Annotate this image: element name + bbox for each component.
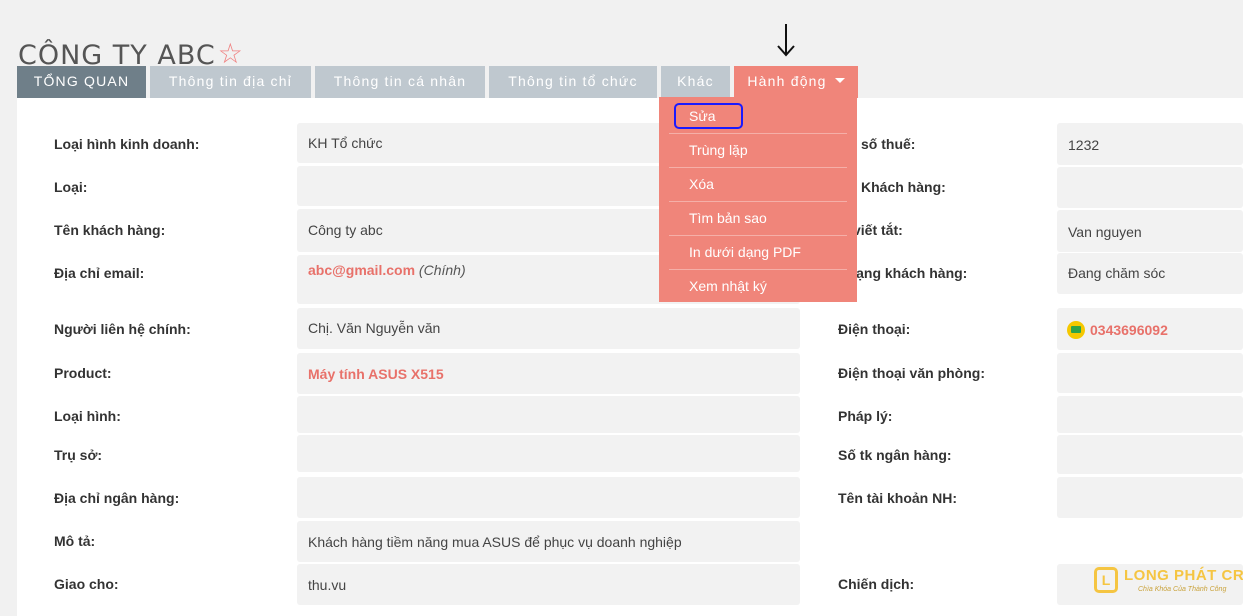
field-label-primary-contact: Người liên hệ chính: xyxy=(54,321,191,337)
action-dropdown-menu: Sửa Trùng lặp Xóa Tìm bản sao In dưới dạ… xyxy=(659,97,857,302)
menu-item-find-duplicates[interactable]: Tìm bản sao xyxy=(669,202,847,236)
field-label-email: Địa chỉ email: xyxy=(54,265,145,281)
caret-down-icon xyxy=(834,77,845,83)
field-label-type: Loại: xyxy=(54,179,88,195)
field-label-bank-address: Địa chỉ ngân hàng: xyxy=(54,490,180,506)
field-value-customer-status: Đang chăm sóc xyxy=(1057,253,1243,294)
field-label-legal: Pháp lý: xyxy=(838,408,893,424)
field-label-business-type: Loại hình kinh doanh: xyxy=(54,136,200,152)
field-value-tax-code: 1232 xyxy=(1057,123,1243,165)
logo-mark: L xyxy=(1094,567,1118,593)
field-value-description: Khách hàng tiềm năng mua ASUS để phục vụ… xyxy=(297,521,800,562)
field-value-category xyxy=(297,396,800,433)
chat-phone-icon[interactable] xyxy=(1067,321,1085,340)
tab-personal-info[interactable]: Thông tin cá nhân xyxy=(315,66,485,98)
field-value-bank-address xyxy=(297,477,800,518)
field-label-bank-account-name: Tên tài khoản NH: xyxy=(838,490,958,506)
field-label-product: Product: xyxy=(54,365,112,381)
tab-organization-info[interactable]: Thông tin tổ chức xyxy=(489,66,657,98)
menu-item-print-pdf[interactable]: In dưới dạng PDF xyxy=(669,236,847,270)
field-label-assigned-to: Giao cho: xyxy=(54,576,119,592)
menu-item-delete[interactable]: Xóa xyxy=(669,168,847,202)
tab-other[interactable]: Khác xyxy=(661,66,730,98)
field-label-tax-code: số thuế: xyxy=(861,136,916,152)
field-label-phone: Điện thoại: xyxy=(838,321,911,337)
company-logo: L LONG PHÁT CRM Chìa Khóa Của Thành Công xyxy=(1094,566,1243,596)
email-primary-note: (Chính) xyxy=(418,262,466,278)
field-value-customer xyxy=(1057,167,1243,208)
field-label-description: Mô tả: xyxy=(54,533,96,549)
field-label-office-phone: Điện thoại văn phòng: xyxy=(838,365,985,381)
field-label-customer-name: Tên khách hàng: xyxy=(54,222,166,238)
field-value-legal xyxy=(1057,396,1243,433)
field-label-short-name: viết tắt: xyxy=(853,222,903,238)
field-label-category: Loại hình: xyxy=(54,408,121,424)
logo-tagline: Chìa Khóa Của Thành Công xyxy=(1138,586,1227,593)
tab-address-info[interactable]: Thông tin địa chỉ xyxy=(150,66,311,98)
tab-actions[interactable]: Hành động xyxy=(734,66,858,98)
tab-overview[interactable]: TỔNG QUAN xyxy=(17,66,146,98)
field-value-bank-account-number xyxy=(1057,435,1243,474)
logo-name: LONG PHÁT CRM xyxy=(1124,567,1243,584)
menu-item-edit[interactable]: Sửa xyxy=(669,100,847,134)
field-value-bank-account-name xyxy=(1057,477,1243,518)
down-arrow-annotation xyxy=(777,24,795,57)
menu-item-duplicate[interactable]: Trùng lặp xyxy=(669,134,847,168)
product-link[interactable]: Máy tính ASUS X515 xyxy=(297,353,800,394)
phone-link[interactable]: 0343696092 xyxy=(1090,322,1168,338)
field-label-bank-account-number: Số tk ngân hàng: xyxy=(838,447,952,463)
tab-actions-label: Hành động xyxy=(747,73,827,89)
field-value-office-phone xyxy=(1057,353,1243,393)
menu-item-view-log[interactable]: Xem nhật ký xyxy=(669,270,847,303)
field-label-customer: Khách hàng: xyxy=(861,179,946,195)
field-value-headquarters xyxy=(297,435,800,472)
field-value-phone: 0343696092 xyxy=(1057,308,1243,350)
email-link[interactable]: abc@gmail.com xyxy=(308,262,415,278)
field-value-primary-contact: Chị. Văn Nguyễn văn xyxy=(297,308,800,349)
field-label-campaign: Chiến dịch: xyxy=(838,576,915,592)
field-value-assigned-to: thu.vu xyxy=(297,564,800,605)
field-label-customer-status: trạng khách hàng: xyxy=(846,265,968,281)
field-label-headquarters: Trụ sở: xyxy=(54,447,103,463)
field-value-short-name: Van nguyen xyxy=(1057,210,1243,252)
